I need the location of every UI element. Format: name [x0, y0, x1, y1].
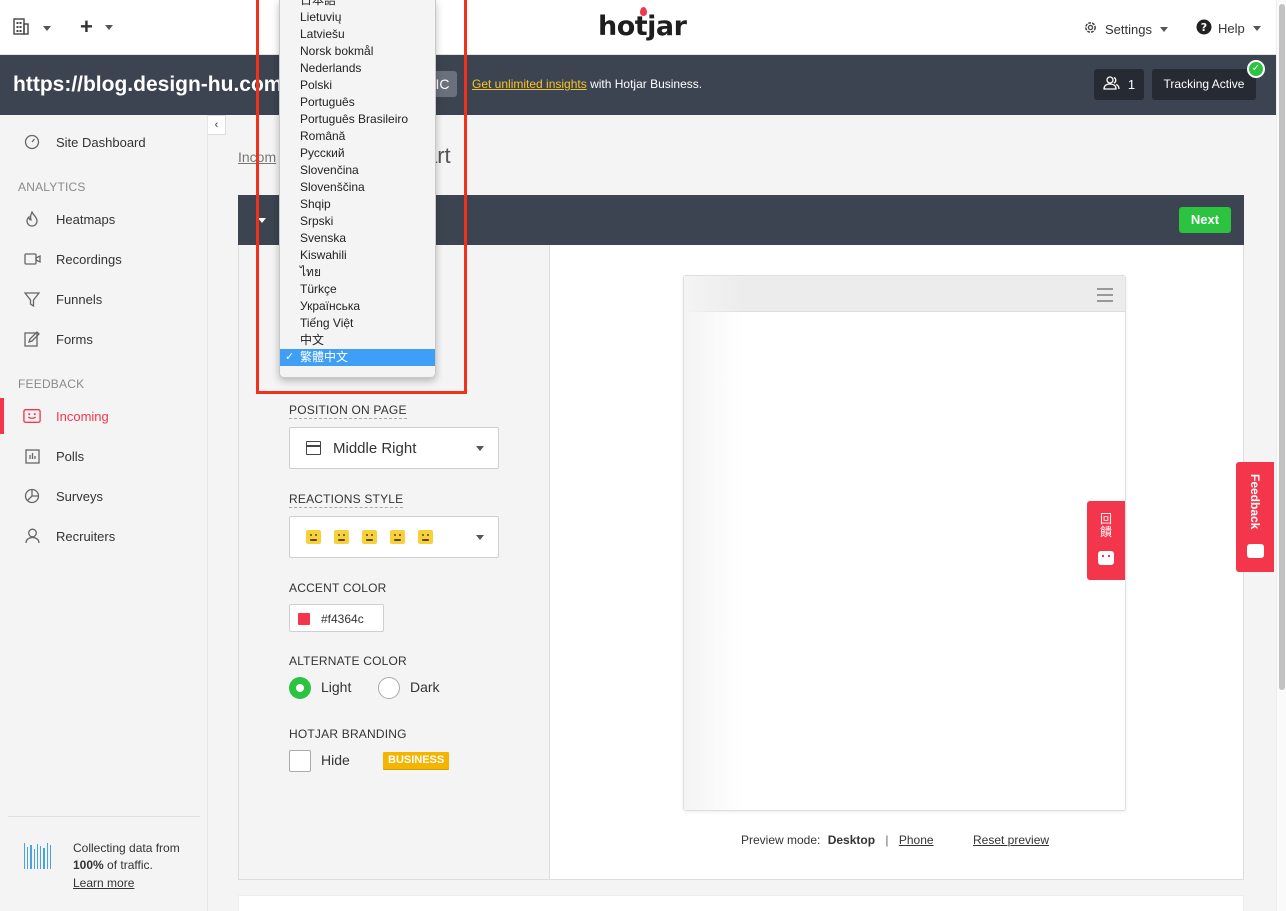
radio-light-label: Light — [321, 679, 352, 695]
position-select[interactable]: Middle Right — [289, 427, 499, 469]
chevron-down-icon — [1252, 26, 1261, 31]
preview-browser-bar — [684, 276, 1125, 312]
hotjar-logo[interactable]: hotjar — [598, 7, 687, 42]
site-bar: https://blog.design-hu.com/ IC Get unlim… — [0, 55, 1276, 115]
pie-chart-icon — [23, 487, 41, 505]
form-edit-icon — [23, 330, 41, 348]
hide-branding-checkbox[interactable] — [289, 750, 311, 772]
business-badge: BUSINESS — [383, 752, 450, 769]
sidebar-item-incoming[interactable]: Incoming — [0, 398, 207, 434]
page-scrollbar[interactable] — [1276, 0, 1286, 911]
reactions-select[interactable] — [289, 516, 499, 558]
feedback-face-icon — [1247, 544, 1264, 558]
sidebar-item-surveys[interactable]: Surveys — [0, 478, 207, 514]
help-label: Help — [1218, 21, 1245, 36]
gear-icon — [1083, 20, 1098, 38]
help-icon: ? — [1196, 19, 1212, 38]
funnel-icon — [23, 290, 41, 308]
add-menu[interactable]: + — [80, 14, 113, 40]
users-button[interactable]: 1 — [1094, 69, 1144, 100]
reactions-label: REACTIONS STYLE — [289, 492, 404, 508]
site-url[interactable]: https://blog.design-hu.com/ — [13, 73, 288, 97]
feedback-tab[interactable]: Feedback — [1236, 462, 1274, 572]
sidebar-item-funnels[interactable]: Funnels — [0, 281, 207, 317]
annotation-highlight-box — [256, 0, 467, 394]
chevron-down-icon — [104, 24, 113, 30]
alternate-color-label: ALTERNATE COLOR — [289, 654, 407, 668]
reset-preview-link[interactable]: Reset preview — [973, 833, 1049, 847]
flame-icon — [640, 7, 647, 16]
top-bar: + hotjar Settings ? Help — [0, 0, 1276, 55]
learn-more-link[interactable]: Learn more — [73, 876, 134, 890]
panel-divider — [549, 245, 550, 880]
angry-face-icon — [306, 530, 321, 544]
traffic-info: Collecting data from 100% of traffic. — [73, 841, 180, 872]
check-icon: ✓ — [1247, 60, 1265, 78]
accent-color-input[interactable]: #f4364c — [289, 604, 384, 632]
neutral-face-icon — [362, 530, 377, 544]
user-icon — [23, 527, 41, 545]
help-menu[interactable]: ? Help — [1196, 19, 1261, 38]
svg-text:?: ? — [1201, 21, 1207, 34]
preview-phone-link[interactable]: Phone — [899, 833, 934, 847]
preview-desktop[interactable]: Desktop — [828, 833, 875, 847]
sidebar-item-recruiters[interactable]: Recruiters — [0, 518, 207, 554]
upgrade-link[interactable]: Get unlimited insights — [472, 77, 587, 91]
building-icon — [13, 18, 29, 38]
settings-label: Settings — [1105, 21, 1152, 37]
feedback-header: FEEDBACK — [18, 377, 85, 391]
chevron-down-icon — [476, 446, 484, 451]
sidebar-item-polls[interactable]: Polls — [0, 438, 207, 474]
chevron-down-icon — [1159, 26, 1168, 32]
next-button[interactable]: Next — [1179, 207, 1231, 233]
dashboard-icon — [23, 133, 41, 151]
happy-face-icon — [418, 530, 433, 544]
hide-branding-label: Hide — [321, 752, 350, 768]
poll-icon — [23, 447, 41, 465]
scrollbar-thumb[interactable] — [1279, 4, 1285, 690]
accent-color-label: ACCENT COLOR — [289, 581, 387, 595]
reaction-emojis — [306, 530, 433, 544]
sidebar-item-recordings[interactable]: Recordings — [0, 241, 207, 277]
color-swatch[interactable] — [298, 613, 310, 625]
sidebar-divider — [8, 816, 200, 817]
tracking-status-button[interactable]: Tracking Active — [1152, 69, 1256, 100]
feedback-widget-preview[interactable]: 回饋 — [1087, 501, 1125, 580]
preview-mode: Preview mode: Desktop | Phone — [741, 833, 934, 847]
radio-dark-label: Dark — [410, 679, 440, 695]
window-icon — [306, 441, 321, 455]
branding-label: HOTJAR BRANDING — [289, 727, 407, 741]
upgrade-promo: Get unlimited insights with Hotjar Busin… — [472, 77, 703, 91]
radio-dark[interactable] — [378, 677, 400, 699]
next-panel — [238, 895, 1244, 911]
hamburger-icon — [1097, 288, 1113, 306]
settings-menu[interactable]: Settings — [1083, 20, 1168, 38]
chevron-down-icon — [476, 535, 484, 540]
analytics-header: ANALYTICS — [18, 180, 86, 194]
chevron-down-icon — [43, 25, 51, 31]
sidebar-item-forms[interactable]: Forms — [0, 321, 207, 357]
preview-window — [683, 275, 1126, 811]
traffic-bars-icon — [24, 843, 51, 869]
radio-light[interactable] — [289, 677, 311, 699]
sidebar-item-site-dashboard[interactable]: Site Dashboard — [0, 124, 207, 160]
collapse-sidebar-button[interactable]: ‹ — [208, 115, 226, 135]
users-count: 1 — [1127, 77, 1136, 92]
sidebar-item-heatmaps[interactable]: Heatmaps — [0, 201, 207, 237]
sites-menu[interactable] — [13, 18, 51, 38]
smile-face-icon — [390, 530, 405, 544]
position-label: POSITION ON PAGE — [289, 403, 407, 419]
sad-face-icon — [334, 530, 349, 544]
plus-icon: + — [80, 14, 93, 39]
feedback-face-icon — [1098, 551, 1114, 565]
users-icon — [1103, 76, 1120, 93]
flame-icon — [23, 210, 41, 228]
video-icon — [23, 250, 41, 268]
chevron-left-icon: ‹ — [214, 119, 219, 131]
incoming-feedback-icon — [23, 407, 41, 425]
sidebar: Site Dashboard ANALYTICS Heatmaps Record… — [0, 115, 208, 911]
